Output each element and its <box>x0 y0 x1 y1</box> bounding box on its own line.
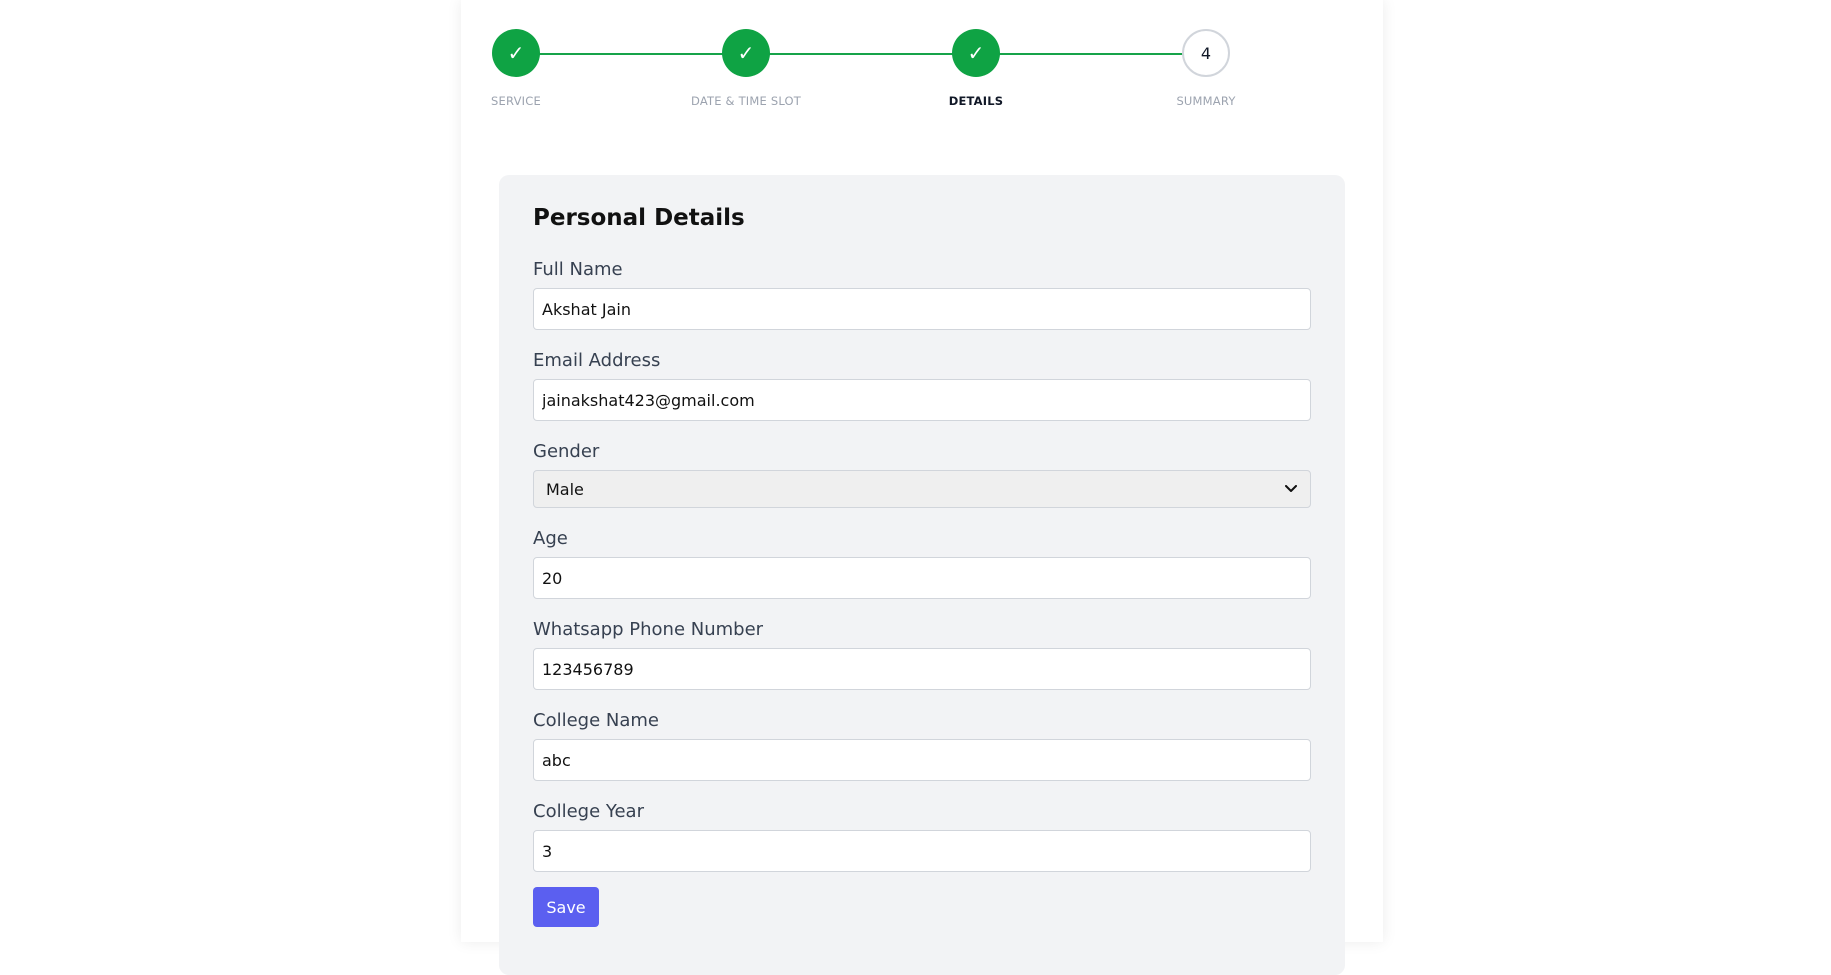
step-connector-2 <box>762 53 968 55</box>
gender-label: Gender <box>533 441 600 462</box>
step-label-summary: SUMMARY <box>1176 94 1236 108</box>
progress-stepper: ✓ SERVICE ✓ DATE & TIME SLOT ✓ DETAILS 4… <box>461 0 1383 130</box>
college-name-input[interactable] <box>533 739 1311 781</box>
gender-selected-value: Male <box>546 479 584 499</box>
gender-select[interactable]: Male <box>533 470 1311 508</box>
age-label: Age <box>533 528 568 549</box>
step-connector-1 <box>532 53 738 55</box>
phone-input[interactable] <box>533 648 1311 690</box>
college-name-label: College Name <box>533 710 659 731</box>
step-connector-3 <box>992 53 1198 55</box>
full-name-input[interactable] <box>533 288 1311 330</box>
age-input[interactable] <box>533 557 1311 599</box>
college-year-input[interactable] <box>533 830 1311 872</box>
check-icon: ✓ <box>492 29 540 77</box>
chevron-down-icon <box>1284 482 1298 496</box>
step-label-details: DETAILS <box>948 94 1004 108</box>
step-number-4: 4 <box>1182 29 1230 77</box>
card-title: Personal Details <box>533 205 745 231</box>
step-label-date-time-slot: DATE & TIME SLOT <box>690 94 802 108</box>
college-year-label: College Year <box>533 801 644 822</box>
phone-label: Whatsapp Phone Number <box>533 619 764 640</box>
step-label-service: SERVICE <box>491 94 541 108</box>
email-input[interactable] <box>533 379 1311 421</box>
check-icon: ✓ <box>952 29 1000 77</box>
save-button[interactable]: Save <box>533 887 599 927</box>
personal-details-card: Personal Details Full Name Email Address… <box>499 175 1345 975</box>
email-label: Email Address <box>533 350 661 371</box>
full-name-label: Full Name <box>533 259 623 280</box>
check-icon: ✓ <box>722 29 770 77</box>
booking-panel: ✓ SERVICE ✓ DATE & TIME SLOT ✓ DETAILS 4… <box>461 0 1383 975</box>
